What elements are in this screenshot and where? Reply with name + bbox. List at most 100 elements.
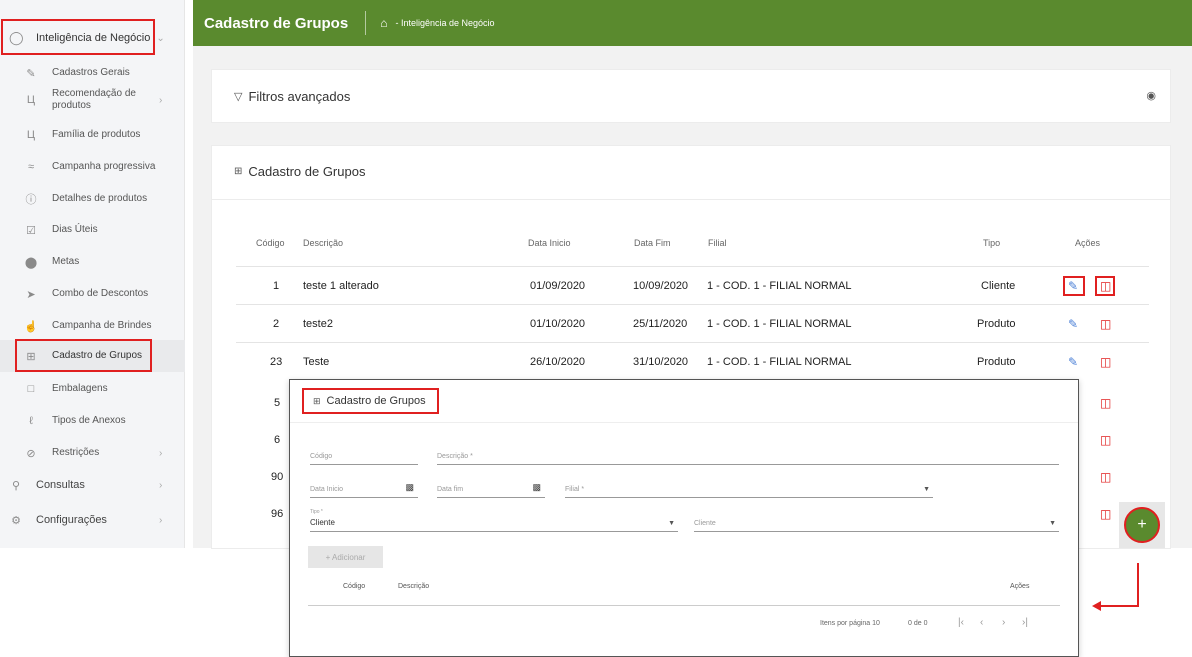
sidebar-item-label: Detalhes de produtos [52, 193, 148, 204]
edit-icon: ✎ [26, 67, 36, 80]
sidebar-item-detalhes[interactable]: ⓘ Detalhes de produtos [0, 190, 185, 208]
trash-icon[interactable]: ◫ [1100, 279, 1111, 293]
codigo-placeholder: Código [310, 453, 333, 460]
trash-icon[interactable]: ◫ [1100, 396, 1111, 410]
filial-placeholder: Filial * [565, 486, 585, 493]
sidebar-item-cadastros-gerais[interactable]: ✎ Cadastros Gerais [0, 64, 185, 82]
last-page-icon[interactable]: ›| [1022, 617, 1028, 628]
items-per-page[interactable]: Itens por página 10 [820, 620, 880, 627]
sidebar-item-cadastro-grupos[interactable]: ⊞ Cadastro de Grupos [0, 340, 185, 372]
filters-card[interactable]: ▽ Filtros avançados ◉ [212, 70, 1170, 122]
sidebar-item-dias-uteis[interactable]: ☑ Dias Úteis [0, 221, 185, 239]
cell-tipo: Cliente [981, 280, 1016, 292]
groups-card-title-text: Cadastro de Grupos [248, 164, 366, 179]
sidebar-item-recomendacao[interactable]: Ц Recomendação de produtos › [0, 85, 185, 115]
sidebar-item-label: Família de produtos [52, 129, 141, 140]
cell-codigo: 1 [273, 280, 280, 292]
sidebar-item-embalagens[interactable]: □ Embalagens [0, 380, 185, 398]
cell-data-inicio: 26/10/2020 [530, 356, 586, 368]
sidebar: ◯ Inteligência de Negócio ⌄ ✎ Cadastros … [0, 0, 185, 548]
trash-icon[interactable]: ◫ [1100, 507, 1111, 521]
cliente-select[interactable]: Cliente ▼ [694, 511, 1059, 532]
sidebar-item-anexos[interactable]: ℓ Tipos de Anexos [0, 412, 185, 430]
cell-data-fim: 31/10/2020 [633, 356, 689, 368]
cell-data-inicio: 01/10/2020 [530, 318, 586, 330]
col-header-filial: Filial [708, 238, 727, 248]
trash-icon[interactable]: ◫ [1100, 433, 1111, 447]
cell-codigo: 90 [271, 471, 284, 483]
sidebar-item-inteligencia-negocio[interactable]: ◯ Inteligência de Negócio ⌄ [0, 19, 185, 57]
sidebar-item-label: Tipos de Anexos [52, 415, 126, 426]
prev-page-icon[interactable]: ‹ [980, 617, 983, 628]
filter-icon: ▽ [234, 90, 243, 103]
chevron-down-icon: ⌄ [156, 32, 165, 44]
modal-title-text: Cadastro de Grupos [326, 395, 426, 407]
block-icon: ⊘ [26, 447, 36, 460]
tipo-select[interactable]: Tipo * Cliente ▼ [310, 509, 678, 532]
sidebar-item-configuracoes[interactable]: ⚙ Configurações › [0, 511, 185, 529]
search-icon: ⚲ [11, 479, 21, 492]
filial-select[interactable]: Filial * ▼ [565, 480, 933, 498]
cell-codigo: 23 [270, 356, 283, 368]
cart-icon: Ц [26, 94, 36, 106]
row-divider [236, 266, 1149, 267]
sidebar-item-restricoes[interactable]: ⊘ Restrições › [0, 444, 185, 462]
modal-col-descricao: Descrição [398, 583, 430, 590]
tag-icon: ➤ [26, 288, 36, 301]
sidebar-item-consultas[interactable]: ⚲ Consultas › [0, 476, 185, 494]
trash-icon[interactable]: ◫ [1100, 317, 1111, 331]
sidebar-item-label: Metas [52, 256, 80, 267]
target-icon: ⬤ [24, 256, 38, 269]
box-icon: □ [27, 383, 35, 395]
add-button[interactable]: + Adicionar [308, 546, 383, 568]
data-inicio-field[interactable]: Data Inicio ▩ [310, 480, 418, 498]
modal-title: ⊞ Cadastro de Grupos [313, 395, 426, 407]
sidebar-item-combo[interactable]: ➤ Combo de Descontos [0, 285, 185, 303]
grid-icon: ⊞ [313, 395, 321, 406]
sidebar-item-metas[interactable]: ⬤ Metas [0, 253, 185, 271]
arrow-head-icon [1092, 601, 1101, 611]
sidebar-item-brindes[interactable]: ☝ Campanha de Brindes [0, 317, 185, 335]
sidebar-item-label: Embalagens [52, 383, 108, 394]
row-divider [236, 304, 1149, 305]
modal-col-codigo: Código [343, 583, 366, 590]
gear-icon: ⚙ [11, 514, 21, 527]
edit-icon[interactable]: ✎ [1068, 355, 1078, 369]
trash-icon[interactable]: ◫ [1100, 470, 1111, 484]
codigo-field[interactable]: Código [310, 448, 418, 465]
first-page-icon[interactable]: |‹ [958, 617, 964, 628]
sidebar-item-campanha-progressiva[interactable]: ≈ Campanha progressiva [0, 158, 185, 176]
info-icon: ⓘ [25, 194, 37, 206]
data-fim-field[interactable]: Data fim ▩ [437, 480, 545, 498]
col-header-acoes: Ações [1075, 238, 1101, 248]
trash-icon[interactable]: ◫ [1100, 355, 1111, 369]
chevron-right-icon: › [159, 514, 163, 526]
edit-icon[interactable]: ✎ [1068, 279, 1078, 293]
home-icon[interactable]: ⌂ [380, 16, 387, 30]
cell-descricao: Teste [303, 356, 330, 368]
cell-data-inicio: 01/09/2020 [530, 280, 586, 292]
cell-filial: 1 - COD. 1 - FILIAL NORMAL [707, 356, 852, 368]
cell-codigo: 5 [274, 397, 281, 409]
add-group-button[interactable]: + [1124, 507, 1160, 543]
sidebar-item-label: Cadastros Gerais [52, 67, 130, 78]
edit-icon[interactable]: ✎ [1068, 317, 1078, 331]
descricao-placeholder: Descrição * [437, 453, 473, 460]
top-header: Cadastro de Grupos ⌂ - Inteligência de N… [193, 0, 1192, 46]
descricao-field[interactable]: Descrição * [437, 448, 1059, 465]
calendar-icon[interactable]: ▩ [532, 482, 541, 493]
divider [290, 422, 1078, 423]
next-page-icon[interactable]: › [1002, 617, 1005, 628]
eye-icon[interactable]: ◉ [1146, 89, 1156, 102]
divider [308, 605, 1060, 606]
sidebar-item-familia[interactable]: Ц Família de produtos [0, 126, 185, 144]
cell-codigo: 2 [273, 318, 280, 330]
cell-tipo: Produto [977, 318, 1016, 330]
calendar-icon[interactable]: ▩ [405, 482, 414, 493]
chevron-right-icon: › [159, 447, 163, 459]
sidebar-item-label: Cadastro de Grupos [52, 350, 143, 361]
data-fim-placeholder: Data fim [437, 486, 464, 493]
col-header-data-inicio: Data Inicio [528, 238, 571, 248]
chart-icon: ≈ [27, 161, 35, 173]
dropdown-arrow-icon: ▼ [1049, 520, 1056, 527]
